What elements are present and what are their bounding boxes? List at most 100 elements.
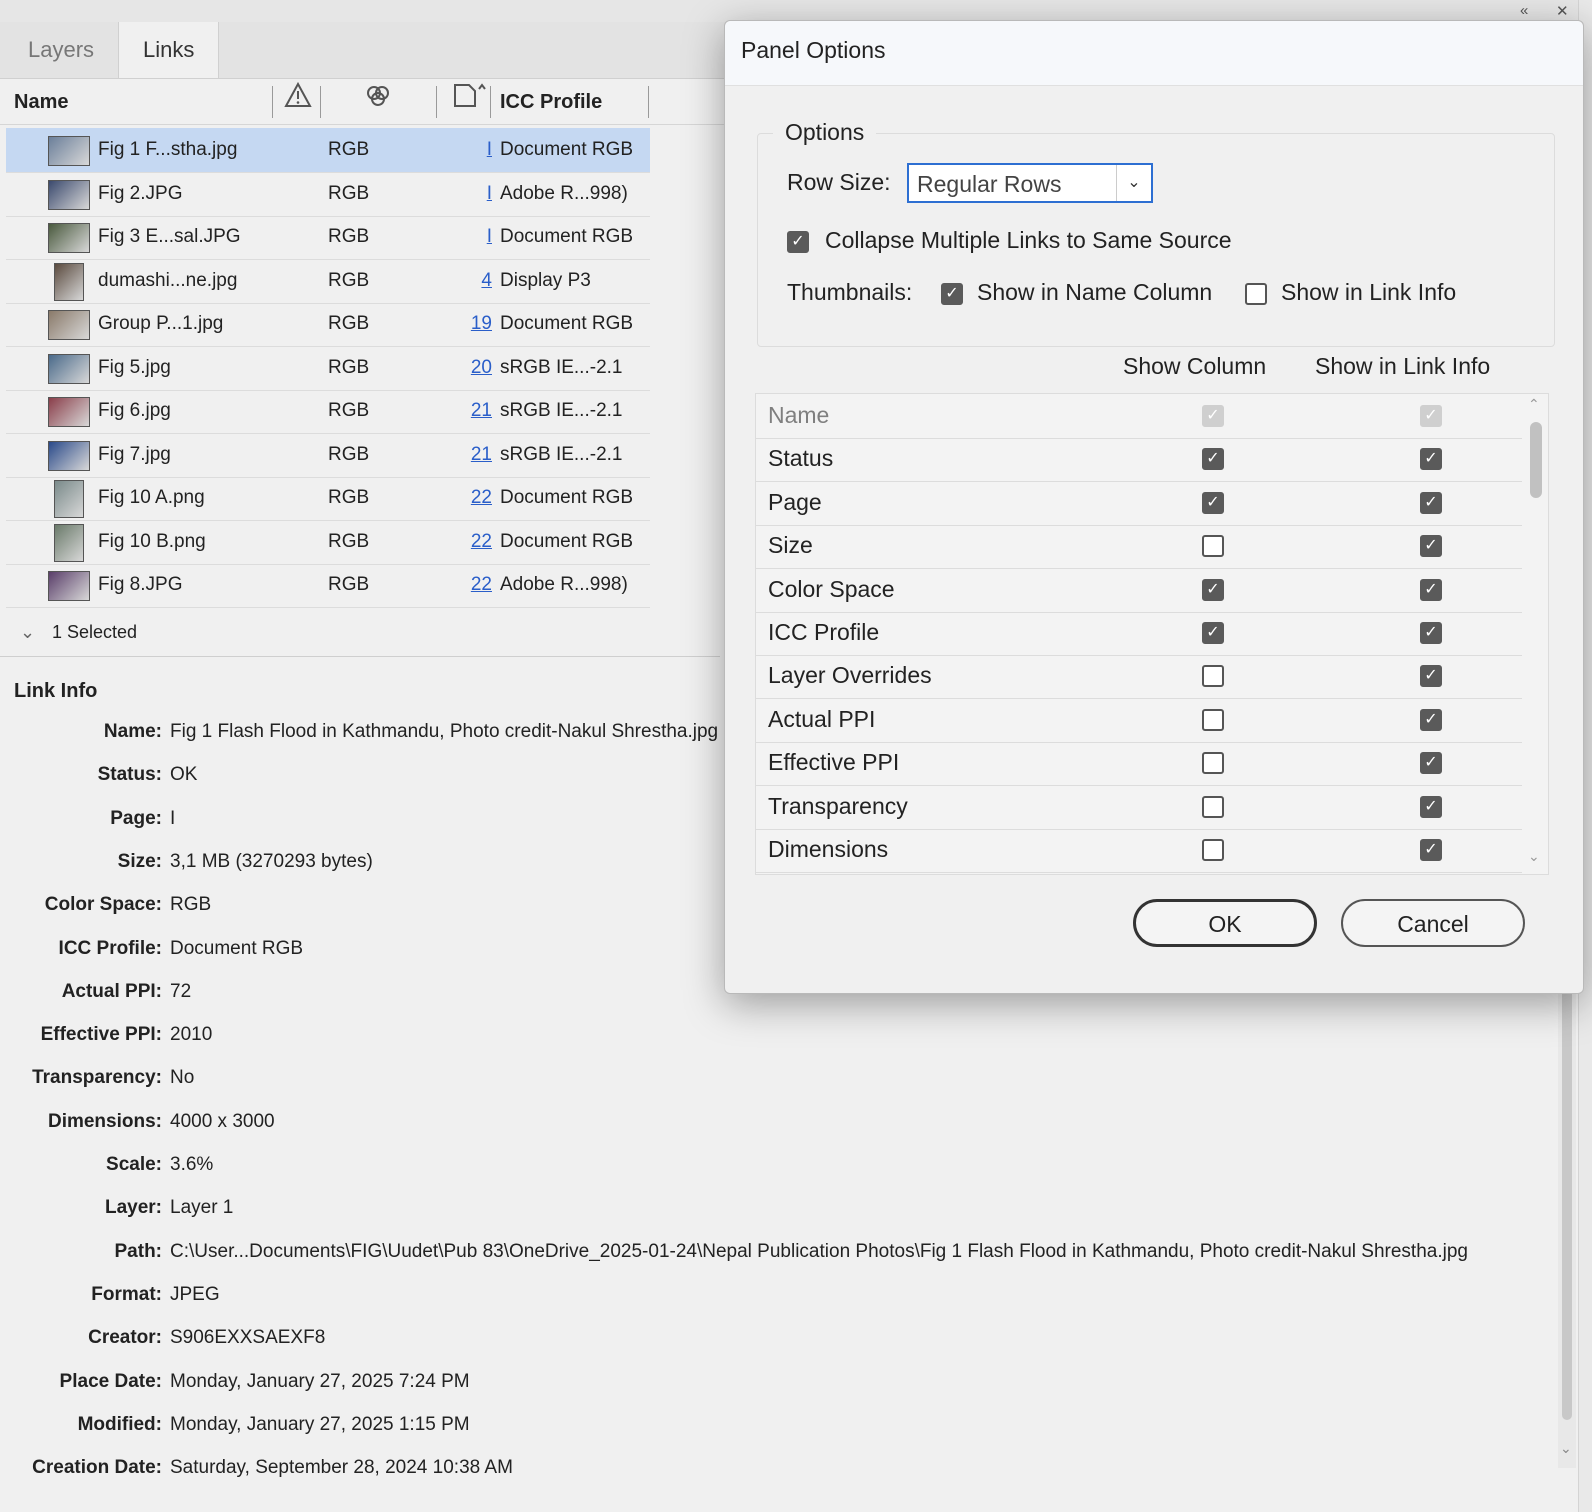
link-row[interactable]: Group P...1.jpg RGB 19 Document RGB xyxy=(6,302,650,347)
link-row[interactable]: Fig 1 F...stha.jpg RGB I Document RGB xyxy=(6,128,650,173)
show-in-link-info-checkbox[interactable]: ✓ xyxy=(1420,578,1442,601)
warning-triangle-icon[interactable] xyxy=(284,80,312,124)
show-in-link-info-checkbox[interactable]: ✓ xyxy=(1420,535,1442,558)
show-in-link-info-checkbox[interactable]: ✓ xyxy=(1420,622,1442,644)
ok-button[interactable]: OK xyxy=(1133,899,1317,947)
link-info-key: Place Date: xyxy=(59,1370,162,1392)
show-in-link-info-checkbox[interactable]: ✓ xyxy=(1420,708,1442,731)
show-column-checkbox[interactable] xyxy=(1202,665,1224,688)
column-separator xyxy=(648,86,649,118)
link-row[interactable]: Fig 5.jpg RGB 20 sRGB IE...-2.1 xyxy=(6,346,650,391)
link-page[interactable]: I xyxy=(446,172,492,216)
show-column-checkbox[interactable] xyxy=(1202,535,1224,558)
link-info-value: 3,1 MB (3270293 bytes) xyxy=(170,850,373,872)
column-option-label: Status xyxy=(768,445,834,472)
show-in-link-info-checkbox[interactable]: ✓ xyxy=(1420,752,1442,775)
show-column-checkbox[interactable]: ✓ xyxy=(1202,405,1224,427)
link-color-space: RGB xyxy=(328,400,370,421)
link-row[interactable]: Fig 6.jpg RGB 21 sRGB IE...-2.1 xyxy=(6,389,650,434)
column-option-row: Transparency ✓ xyxy=(756,785,1522,830)
link-row[interactable]: Fig 10 A.png RGB 22 Document RGB xyxy=(6,476,650,521)
link-page[interactable]: I xyxy=(446,128,492,172)
link-info-key: Layer: xyxy=(104,1197,162,1219)
link-row[interactable]: Fig 3 E...sal.JPG RGB I Document RGB xyxy=(6,215,650,260)
link-row[interactable]: dumashi...ne.jpg RGB 4 Display P3 xyxy=(6,259,650,304)
link-page[interactable]: 19 xyxy=(446,302,492,346)
show-column-checkbox[interactable]: ✓ xyxy=(1202,578,1224,601)
show-in-link-info-checkbox[interactable]: ✓ xyxy=(1420,448,1442,471)
link-name: Fig 8.JPG xyxy=(98,574,183,595)
thumbnail-image xyxy=(48,571,90,601)
show-in-link-info-checkbox[interactable]: ✓ xyxy=(1420,839,1442,861)
link-page[interactable]: 22 xyxy=(446,563,492,607)
row-size-value: Regular Rows xyxy=(917,171,1062,197)
show-column-checkbox[interactable]: ✓ xyxy=(1202,622,1224,644)
color-space-icon[interactable] xyxy=(364,80,392,124)
show-in-link-info-checkbox[interactable]: ✓ xyxy=(1420,665,1442,688)
link-page[interactable]: 21 xyxy=(446,433,492,477)
link-info-key: Status: xyxy=(97,764,162,786)
options-list-scrollbar[interactable]: ⌃ ⌄ xyxy=(1526,396,1546,870)
row-size-select[interactable]: Regular Rows ⌄ xyxy=(907,163,1153,203)
link-icc-profile: Display P3 xyxy=(500,269,591,291)
column-option-label: Layer Overrides xyxy=(768,662,932,689)
thumbnail-image xyxy=(48,397,90,427)
show-in-link-info-checkbox[interactable]: ✓ xyxy=(1420,795,1442,818)
link-page[interactable]: 4 xyxy=(446,259,492,303)
link-info-value: I xyxy=(170,807,176,829)
link-info-key: Scale: xyxy=(106,1154,162,1175)
collapse-links-checkbox[interactable]: ✓ xyxy=(787,231,809,253)
scroll-down-icon[interactable]: ⌄ xyxy=(1528,848,1540,865)
show-column-checkbox[interactable] xyxy=(1202,752,1224,775)
column-option-row: Dimensions ✓ xyxy=(756,828,1522,873)
close-icon[interactable]: ✕ xyxy=(1556,2,1569,20)
show-column-checkbox[interactable]: ✓ xyxy=(1202,448,1224,471)
tab-layers[interactable]: Layers xyxy=(4,22,118,78)
scrollbar-thumb[interactable] xyxy=(1562,980,1572,1420)
column-option-row: Color Space ✓ ✓ xyxy=(756,568,1522,613)
page-icon[interactable] xyxy=(452,80,488,124)
column-option-row: Layer Overrides ✓ xyxy=(756,654,1522,700)
link-info-scrollbar[interactable]: ⌄ xyxy=(1558,980,1576,1468)
link-page[interactable]: 22 xyxy=(446,520,492,564)
column-name[interactable]: Name xyxy=(14,80,68,124)
link-info-row: Path: C:\User...Documents\FIG\Uudet\Pub 8… xyxy=(0,1230,1560,1274)
link-row[interactable]: Fig 10 B.png RGB 22 Document RGB xyxy=(6,520,650,565)
thumbnails-link-info-checkbox[interactable] xyxy=(1245,283,1267,305)
show-in-link-info-checkbox[interactable]: ✓ xyxy=(1420,491,1442,514)
thumbnail-image xyxy=(48,353,90,384)
link-page[interactable]: 22 xyxy=(446,476,492,520)
link-row[interactable]: Fig 7.jpg RGB 21 sRGB IE...-2.1 xyxy=(6,433,650,478)
column-icc-profile[interactable]: ICC Profile xyxy=(500,80,602,124)
double-chevron-left-icon[interactable]: « xyxy=(1520,2,1528,19)
scrollbar-thumb[interactable] xyxy=(1530,422,1542,498)
thumbnail-image xyxy=(48,136,90,166)
link-name: Fig 5.jpg xyxy=(98,356,171,378)
link-icc-profile: Document RGB xyxy=(500,313,634,334)
cancel-button[interactable]: Cancel xyxy=(1341,899,1525,947)
show-column-checkbox[interactable] xyxy=(1202,708,1224,731)
scroll-up-icon[interactable]: ⌃ xyxy=(1528,396,1540,413)
chevron-down-icon[interactable]: ⌄ xyxy=(20,608,35,656)
thumbnails-name-column-checkbox[interactable]: ✓ xyxy=(941,283,963,305)
column-option-row: Status ✓ ✓ xyxy=(756,437,1522,483)
link-row[interactable]: Fig 8.JPG RGB 22 Adobe R...998) xyxy=(6,563,650,608)
column-option-row: Name ✓ ✓ xyxy=(756,394,1522,439)
link-info-key: Modified: xyxy=(77,1413,162,1435)
show-column-checkbox[interactable] xyxy=(1202,795,1224,818)
show-column-checkbox[interactable] xyxy=(1202,839,1224,861)
link-info-key: Format: xyxy=(91,1283,162,1305)
show-in-link-info-checkbox[interactable]: ✓ xyxy=(1420,405,1442,427)
link-icc-profile: Document RGB xyxy=(500,139,634,160)
link-row[interactable]: Fig 2.JPG RGB I Adobe R...998) xyxy=(6,172,650,217)
chevron-down-icon[interactable]: ⌄ xyxy=(1116,165,1151,201)
show-column-checkbox[interactable]: ✓ xyxy=(1202,491,1224,514)
link-info-key: Size: xyxy=(117,850,162,872)
column-option-label: Page xyxy=(768,488,822,515)
tab-links[interactable]: Links xyxy=(118,22,220,78)
scroll-down-icon[interactable]: ⌄ xyxy=(1560,1440,1572,1457)
column-separator xyxy=(436,86,437,118)
link-page[interactable]: 20 xyxy=(446,346,492,390)
link-page[interactable]: I xyxy=(446,215,492,259)
link-page[interactable]: 21 xyxy=(446,389,492,433)
